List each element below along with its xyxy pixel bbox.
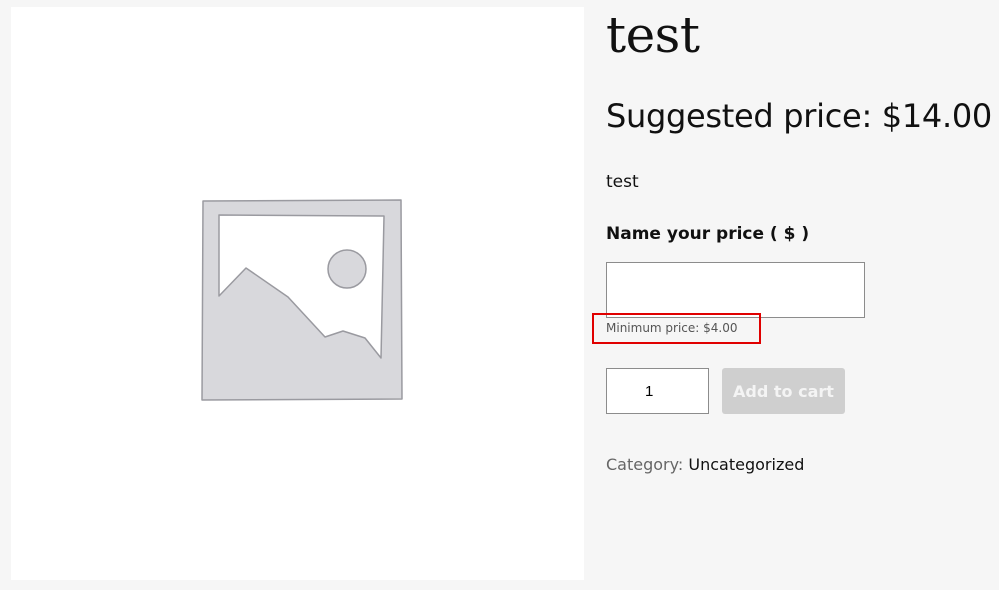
name-your-price-input[interactable] bbox=[606, 262, 865, 318]
product-description: test bbox=[606, 172, 639, 192]
product-title: test bbox=[606, 6, 700, 64]
category-link[interactable]: Uncategorized bbox=[688, 455, 804, 474]
minimum-price-highlight bbox=[592, 313, 761, 344]
name-your-price-label: Name your price ( $ ) bbox=[606, 224, 810, 244]
quantity-input[interactable] bbox=[606, 368, 709, 414]
product-category: Category: Uncategorized bbox=[606, 455, 804, 474]
image-placeholder-icon bbox=[201, 199, 403, 401]
category-label: Category: bbox=[606, 455, 684, 474]
add-to-cart-button[interactable]: Add to cart bbox=[722, 368, 845, 414]
suggested-price: Suggested price: $14.00 bbox=[606, 97, 992, 135]
product-image[interactable] bbox=[11, 7, 584, 580]
